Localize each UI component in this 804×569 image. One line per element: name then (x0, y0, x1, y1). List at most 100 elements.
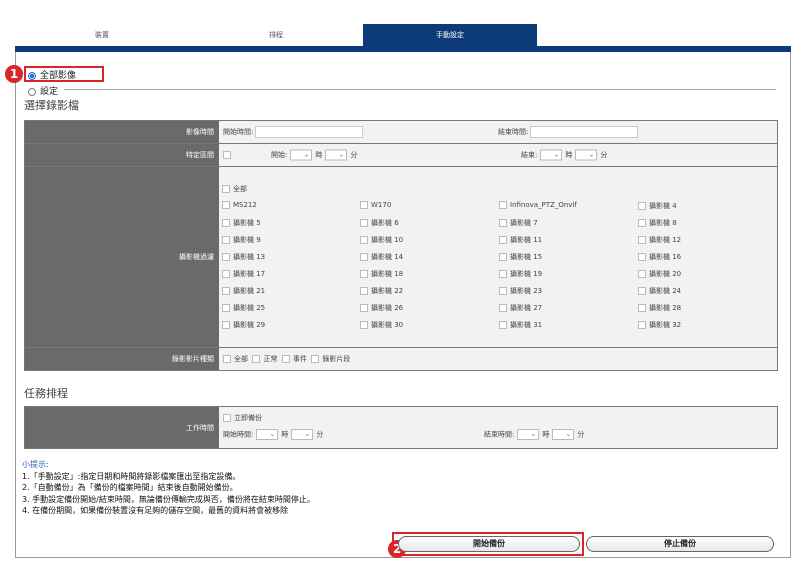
camera-label: W170 (371, 201, 392, 209)
camera-option[interactable]: 攝影機 15 (499, 252, 542, 262)
camera-option[interactable]: 攝影機 26 (360, 303, 403, 313)
immediate-backup-option[interactable]: 立即備份 (223, 413, 262, 423)
work-start-hour-select[interactable]: ⌄ (256, 429, 279, 440)
camera-label: 攝影機 28 (649, 304, 682, 312)
camera-label: 攝影機 11 (510, 236, 543, 244)
tip-line-2: 2.「自動備份」為「備份的檔案時間」結束後自動開始備份。 (22, 483, 238, 492)
task-schedule-title: 任務排程 (24, 387, 68, 400)
camera-option[interactable]: 攝影機 12 (638, 235, 681, 245)
camera-checkbox (499, 201, 507, 209)
camera-label: 攝影機 10 (371, 236, 404, 244)
camera-option[interactable]: 攝影機 20 (638, 269, 681, 279)
specific-range-label: 特定區間 (25, 144, 219, 166)
camera-option[interactable]: 攝影機 22 (360, 286, 403, 296)
minute-label-3: 分 (316, 430, 324, 439)
camera-option[interactable]: 攝影機 14 (360, 252, 403, 262)
work-end-hour-select[interactable]: ⌄ (517, 429, 540, 440)
camera-option[interactable]: 攝影機 28 (638, 303, 681, 313)
camera-option[interactable]: MS212 (222, 201, 257, 209)
camera-checkbox (360, 253, 368, 261)
camera-label: 攝影機 29 (233, 321, 266, 329)
end-hour-select[interactable]: ⌄ (540, 149, 563, 161)
camera-checkbox (499, 219, 507, 227)
tab-bar: 裝置 排程 手動設定 (15, 24, 791, 46)
start-hour-select[interactable]: ⌄ (290, 149, 313, 161)
checkbox (222, 185, 230, 193)
type-clip-option[interactable]: 錄影片段 (311, 355, 350, 363)
camera-label: 攝影機 32 (649, 321, 682, 329)
specific-start-label: 開始: (271, 151, 288, 159)
camera-option[interactable]: 攝影機 5 (222, 218, 261, 228)
minute-label-2: 分 (600, 151, 608, 159)
camera-option[interactable]: 攝影機 13 (222, 252, 265, 262)
work-end-minute-select[interactable]: ⌄ (552, 429, 575, 440)
tab-manual[interactable]: 手動設定 (363, 24, 537, 46)
start-time-input[interactable] (255, 126, 364, 138)
stop-backup-button[interactable]: 停止備份 (586, 536, 774, 552)
camera-label: 攝影機 12 (649, 236, 682, 244)
type-event-option[interactable]: 事件 (281, 355, 307, 363)
radio-all-images[interactable]: 全部影像 (28, 68, 76, 81)
radio-setting-label: 設定 (40, 87, 59, 97)
camera-all-option[interactable]: 全部 (222, 184, 247, 194)
camera-option[interactable]: 攝影機 29 (222, 320, 265, 330)
camera-option[interactable]: 攝影機 23 (499, 286, 542, 296)
camera-option[interactable]: 攝影機 10 (360, 235, 403, 245)
camera-checkbox (360, 219, 368, 227)
camera-option[interactable]: 攝影機 7 (499, 218, 538, 228)
tab-schedule[interactable]: 排程 (189, 24, 363, 46)
camera-option[interactable]: 攝影機 17 (222, 269, 265, 279)
camera-option[interactable]: 攝影機 30 (360, 320, 403, 330)
row-video-time: 影像時間 開始時間: 結束時間: (25, 121, 777, 144)
camera-label: 攝影機 30 (371, 321, 404, 329)
camera-option[interactable]: 攝影機 16 (638, 252, 681, 262)
type-all-option[interactable]: 全部 (223, 355, 248, 363)
tab-device[interactable]: 裝置 (15, 24, 189, 46)
tip-line-4: 4. 在備份期間，如果備份裝置沒有足夠的儲存空間，最舊的資料將會被移除 (22, 506, 289, 515)
camera-option[interactable]: 攝影機 11 (499, 235, 542, 245)
camera-checkbox (222, 253, 230, 261)
radio-off-icon (28, 87, 36, 96)
end-time-input[interactable] (530, 126, 639, 138)
radio-on-icon (28, 71, 36, 80)
camera-checkbox (360, 201, 368, 209)
camera-label: MS212 (233, 201, 257, 209)
callout-marker-1: 1 (5, 65, 23, 83)
camera-option[interactable]: 攝影機 24 (638, 286, 681, 296)
minute-label: 分 (350, 151, 358, 159)
camera-option[interactable]: 攝影機 32 (638, 320, 681, 330)
camera-option[interactable]: 攝影機 8 (638, 218, 677, 228)
camera-option[interactable]: 攝影機 19 (499, 269, 542, 279)
specific-range-checkbox[interactable] (223, 151, 231, 159)
radio-setting[interactable]: 設定 (28, 84, 58, 97)
camera-option[interactable]: 攝影機 6 (360, 218, 399, 228)
select-recording-title: 選擇錄影檔 (24, 99, 79, 112)
hour-label-3: 時 (281, 430, 289, 439)
camera-option[interactable]: 攝影機 25 (222, 303, 265, 313)
camera-option[interactable]: 攝影機 27 (499, 303, 542, 313)
camera-label: 攝影機 18 (371, 270, 404, 278)
row-work-time: 工作時間 立即備份 開始時間: ⌄ 時 ⌄ 分 結束時間: ⌄ 時 ⌄ 分 (25, 407, 777, 448)
start-backup-button[interactable]: 開始備份 (398, 536, 580, 552)
camera-label: 攝影機 4 (649, 202, 677, 210)
type-all-label: 全部 (234, 355, 248, 363)
camera-checkbox (638, 202, 646, 210)
camera-checkbox (222, 201, 230, 209)
row-camera-filter: 攝影機過濾 全部 MS212 W170 Infinova_PTZ_Onvif 攝影機 … (25, 167, 777, 348)
camera-label: 攝影機 8 (649, 219, 677, 227)
start-minute-select[interactable]: ⌄ (325, 149, 348, 161)
camera-option[interactable]: 攝影機 21 (222, 286, 265, 296)
camera-option[interactable]: 攝影機 9 (222, 235, 261, 245)
work-start-minute-select[interactable]: ⌄ (291, 429, 314, 440)
type-normal-label: 正常 (263, 355, 278, 363)
type-normal-option[interactable]: 正常 (252, 355, 277, 363)
camera-option[interactable]: 攝影機 4 (638, 201, 677, 211)
camera-checkbox (638, 287, 646, 295)
end-minute-select[interactable]: ⌄ (575, 149, 598, 161)
camera-label: 攝影機 23 (510, 287, 543, 295)
camera-option[interactable]: Infinova_PTZ_Onvif (499, 201, 577, 209)
camera-option[interactable]: 攝影機 18 (360, 269, 403, 279)
camera-option[interactable]: 攝影機 31 (499, 320, 542, 330)
camera-option[interactable]: W170 (360, 201, 391, 209)
camera-label: 攝影機 16 (649, 253, 682, 261)
